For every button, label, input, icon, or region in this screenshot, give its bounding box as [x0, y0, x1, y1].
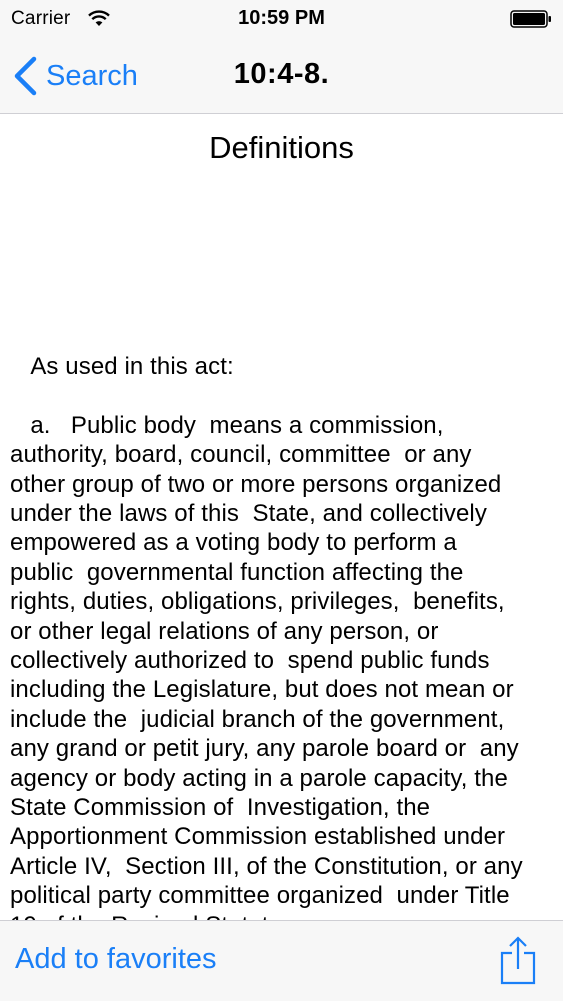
- content-view[interactable]: Definitions As used in this act: a. Publ…: [0, 114, 563, 920]
- text-line: rights, duties, obligations, privileges,…: [10, 588, 505, 616]
- text-line: authority, board, council, committee or …: [10, 441, 472, 469]
- text-line: include the judicial branch of the gover…: [10, 705, 505, 733]
- text-line: State Commission of Investigation, the: [10, 794, 431, 822]
- text-line: political party committee organized unde…: [10, 882, 510, 910]
- text-line: or other legal relations of any person, …: [10, 617, 439, 645]
- text-line: Apportionment Commission established und…: [10, 823, 506, 851]
- intro-paragraph: As used in this act:: [10, 353, 234, 380]
- text-line: public governmental function affecting t…: [10, 558, 464, 586]
- text-line: empowered as a voting body to perform a: [10, 529, 457, 557]
- section-heading: Definitions: [209, 130, 354, 165]
- share-icon[interactable]: [498, 935, 538, 987]
- battery-icon: [510, 10, 551, 28]
- text-line: a. Public body means a commission,: [10, 411, 444, 439]
- text-line: collectively authorized to spend public …: [10, 647, 490, 675]
- page-title: 10:4-8.: [233, 58, 330, 90]
- text-line: including the Legislature, but does not …: [10, 676, 514, 704]
- add-to-favorites-button[interactable]: Add to favorites: [15, 943, 217, 976]
- status-bar: Carrier 10:59 PM: [0, 0, 563, 40]
- text-line: 19 of the Revised Statutes.: [10, 911, 562, 920]
- bottom-toolbar: Add to favorites: [0, 920, 563, 1001]
- text-line: under the laws of this State, and collec…: [10, 500, 487, 528]
- text-line: other group of two or more persons organ…: [10, 470, 502, 498]
- status-time: 10:59 PM: [238, 7, 325, 29]
- text-line: agency or body acting in a parole capaci…: [10, 764, 508, 792]
- statute-text: As used in this act: a. Public body mean…: [10, 352, 562, 920]
- navigation-bar: Search 10:4-8.: [0, 40, 563, 114]
- text-line: any grand or petit jury, any parole boar…: [10, 735, 519, 763]
- text-line: Article IV, Section III, of the Constitu…: [10, 852, 523, 880]
